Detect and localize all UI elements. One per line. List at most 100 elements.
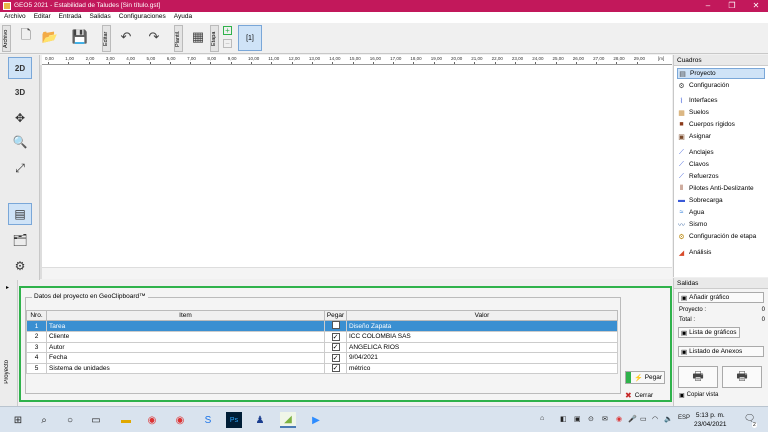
move-icon[interactable]: ✥ bbox=[8, 107, 32, 129]
volume-icon[interactable]: 🔈 bbox=[664, 415, 673, 423]
frame-item-sobrecarga[interactable]: ▬ Sobrecarga bbox=[677, 195, 765, 206]
frame-item-suelos[interactable]: ▦ Suelos bbox=[677, 107, 765, 118]
table-row[interactable]: 3 Autor ✓ ANGELICA RIOS bbox=[26, 341, 618, 353]
title-bar: GEO5 2021 - Estabilidad de Taludes [Sin … bbox=[0, 0, 768, 12]
frame-item-agua[interactable]: ≈ Agua bbox=[677, 207, 765, 218]
col-item[interactable]: Item bbox=[46, 310, 325, 321]
tray-icon-1[interactable]: ◧ bbox=[560, 415, 567, 423]
print-icon[interactable]: 🖶 bbox=[678, 366, 718, 388]
table-row[interactable]: 2 Cliente ✓ ICC COLOMBIA SAS bbox=[26, 331, 618, 343]
row-value[interactable]: 9/04/2021 bbox=[346, 352, 618, 364]
tray-icon-5[interactable]: ◉ bbox=[616, 415, 622, 423]
cerrar-button[interactable]: ✖ Cerrar bbox=[625, 389, 665, 401]
view-2d-button[interactable]: 2D bbox=[8, 57, 32, 79]
table-row[interactable]: 1 Tarea Diseño Zapata bbox=[26, 320, 618, 332]
fit-icon[interactable]: ⤢ bbox=[8, 157, 32, 179]
windows-start-icon[interactable]: ⊞ bbox=[10, 412, 26, 428]
close-icon[interactable]: ✕ bbox=[744, 0, 768, 12]
geo5-taskbar-icon[interactable]: ◢ bbox=[280, 412, 296, 428]
cortana-icon[interactable]: ○ bbox=[62, 412, 78, 428]
frame-item-proyecto[interactable]: ▤ Proyecto bbox=[677, 68, 765, 79]
pegar-checkbox[interactable]: ✓ bbox=[331, 364, 340, 373]
language-indicator[interactable]: ESP bbox=[678, 415, 690, 421]
photoshop-icon[interactable]: Ps bbox=[226, 412, 242, 428]
task-view-icon[interactable]: ▭ bbox=[88, 412, 104, 428]
row-value[interactable]: ANGELICA RIOS bbox=[346, 341, 618, 353]
row-value[interactable]: métrico bbox=[346, 362, 618, 374]
pegar-checkbox[interactable]: ✓ bbox=[331, 353, 340, 362]
row-number: 3 bbox=[26, 341, 47, 353]
file-explorer-icon[interactable]: ▬ bbox=[118, 412, 134, 428]
chrome-icon[interactable]: ◉ bbox=[144, 412, 160, 428]
frame-item-cuerpos-rigidos[interactable]: ■ Cuerpos rígidos bbox=[677, 119, 765, 130]
add-graphic-button[interactable]: ▣ Añadir gráfico bbox=[678, 292, 764, 303]
undo-icon[interactable]: ↶ bbox=[116, 27, 136, 47]
frame-item-anclajes[interactable]: ⟋ Anclajes bbox=[677, 147, 765, 158]
pegar-checkbox[interactable]: ✓ bbox=[331, 332, 340, 341]
tray-icon-2[interactable]: ▣ bbox=[574, 415, 581, 423]
chrome-profile-icon[interactable]: ◉ bbox=[172, 412, 188, 428]
maximize-icon[interactable]: ❐ bbox=[720, 0, 744, 12]
redo-icon[interactable]: ↷ bbox=[144, 27, 164, 47]
minimize-icon[interactable]: – bbox=[696, 0, 720, 12]
zoom-icon[interactable]: 🔍 bbox=[8, 131, 32, 153]
frame-item-interfaces[interactable]: ⌇ Interfaces bbox=[677, 95, 765, 106]
pegar-checkbox[interactable] bbox=[331, 321, 340, 329]
frame-item-configuracion-de-etapa[interactable]: ⚙ Configuración de etapa bbox=[677, 231, 765, 242]
expand-arrow-icon[interactable]: ▸ bbox=[6, 284, 9, 291]
frame-item-refuerzos[interactable]: ⟋ Refuerzos bbox=[677, 171, 765, 182]
view-3d-button[interactable]: 3D bbox=[8, 81, 32, 103]
remove-stage-icon[interactable]: − bbox=[223, 39, 232, 48]
print-export-icon[interactable]: 🖶 bbox=[722, 366, 762, 388]
open-file-icon[interactable]: 📂 bbox=[40, 27, 60, 47]
menu-entrada[interactable]: Entrada bbox=[55, 12, 86, 21]
frame-item-sismo[interactable]: 〰 Sismo bbox=[677, 219, 765, 230]
app-icon-blue[interactable]: ♟ bbox=[252, 412, 268, 428]
frame-item-pilotes-anti-deslizante[interactable]: ⫴ Pilotes Anti-Deslizante bbox=[677, 183, 765, 194]
stage-1-button[interactable]: [1] bbox=[238, 25, 262, 51]
menu-ayuda[interactable]: Ayuda bbox=[170, 12, 196, 21]
clock[interactable]: 5:13 p. m. 23/04/2021 bbox=[694, 411, 727, 429]
tray-icon-4[interactable]: ✉ bbox=[602, 415, 608, 423]
ruler-mark bbox=[230, 62, 232, 64]
menu-configuraciones[interactable]: Configuraciones bbox=[115, 12, 170, 21]
col-nro[interactable]: Nro. bbox=[26, 310, 47, 321]
search-icon[interactable]: ⌕ bbox=[36, 412, 52, 428]
ruler-tick: 27,00 bbox=[593, 56, 605, 61]
table-row[interactable]: 5 Sistema de unidades ✓ métrico bbox=[26, 362, 618, 374]
graphics-list-button[interactable]: ▣ Lista de gráficos bbox=[678, 327, 740, 338]
tray-icon-3[interactable]: ⊙ bbox=[588, 415, 594, 423]
pegar-checkbox[interactable]: ✓ bbox=[331, 343, 340, 352]
template-icon[interactable]: ▦ bbox=[188, 27, 208, 47]
data-icon[interactable]: 🗂 bbox=[8, 229, 32, 251]
wifi-icon[interactable]: ◠ bbox=[652, 415, 658, 423]
frame-item-asignar[interactable]: ▣ Asignar bbox=[677, 131, 765, 142]
zoom-app-icon[interactable]: ▶ bbox=[308, 412, 324, 428]
add-stage-icon[interactable]: + bbox=[223, 26, 232, 35]
table-row[interactable]: 4 Fecha ✓ 9/04/2021 bbox=[26, 352, 618, 364]
col-valor[interactable]: Valor bbox=[346, 310, 618, 321]
frame-item-clavos[interactable]: ⟋ Clavos bbox=[677, 159, 765, 170]
pegar-button[interactable]: ⚡ Pegar bbox=[625, 371, 665, 384]
skype-icon[interactable]: S bbox=[200, 412, 216, 428]
microphone-icon[interactable]: 🎤 bbox=[628, 415, 637, 423]
col-pegar[interactable]: Pegar bbox=[324, 310, 347, 321]
settings-icon[interactable]: ⚙ bbox=[8, 255, 32, 277]
table-icon[interactable]: ▤ bbox=[8, 203, 32, 225]
row-value[interactable]: Diseño Zapata bbox=[346, 320, 618, 332]
frame-item-analisis[interactable]: ◢ Análisis bbox=[677, 247, 765, 258]
ruler-mark bbox=[535, 62, 537, 64]
drawing-canvas[interactable] bbox=[42, 65, 672, 267]
battery-icon[interactable]: ▭ bbox=[640, 415, 647, 423]
annex-list-button[interactable]: ▣ Listado de Anexos bbox=[678, 346, 764, 357]
row-value[interactable]: ICC COLOMBIA SAS bbox=[346, 331, 618, 343]
save-icon[interactable]: 💾 bbox=[70, 27, 90, 47]
people-icon[interactable]: ⌂ bbox=[540, 415, 544, 422]
frame-item-configuracion[interactable]: ⚙ Configuración bbox=[677, 80, 765, 91]
menu-archivo[interactable]: Archivo bbox=[0, 12, 30, 21]
copy-view-button[interactable]: ▣ Copiar vista bbox=[679, 392, 765, 399]
menu-salidas[interactable]: Salidas bbox=[85, 12, 114, 21]
menu-editar[interactable]: Editar bbox=[30, 12, 55, 21]
new-file-icon[interactable]: 🗋 bbox=[16, 27, 36, 47]
horizontal-scrollbar[interactable] bbox=[42, 267, 672, 279]
